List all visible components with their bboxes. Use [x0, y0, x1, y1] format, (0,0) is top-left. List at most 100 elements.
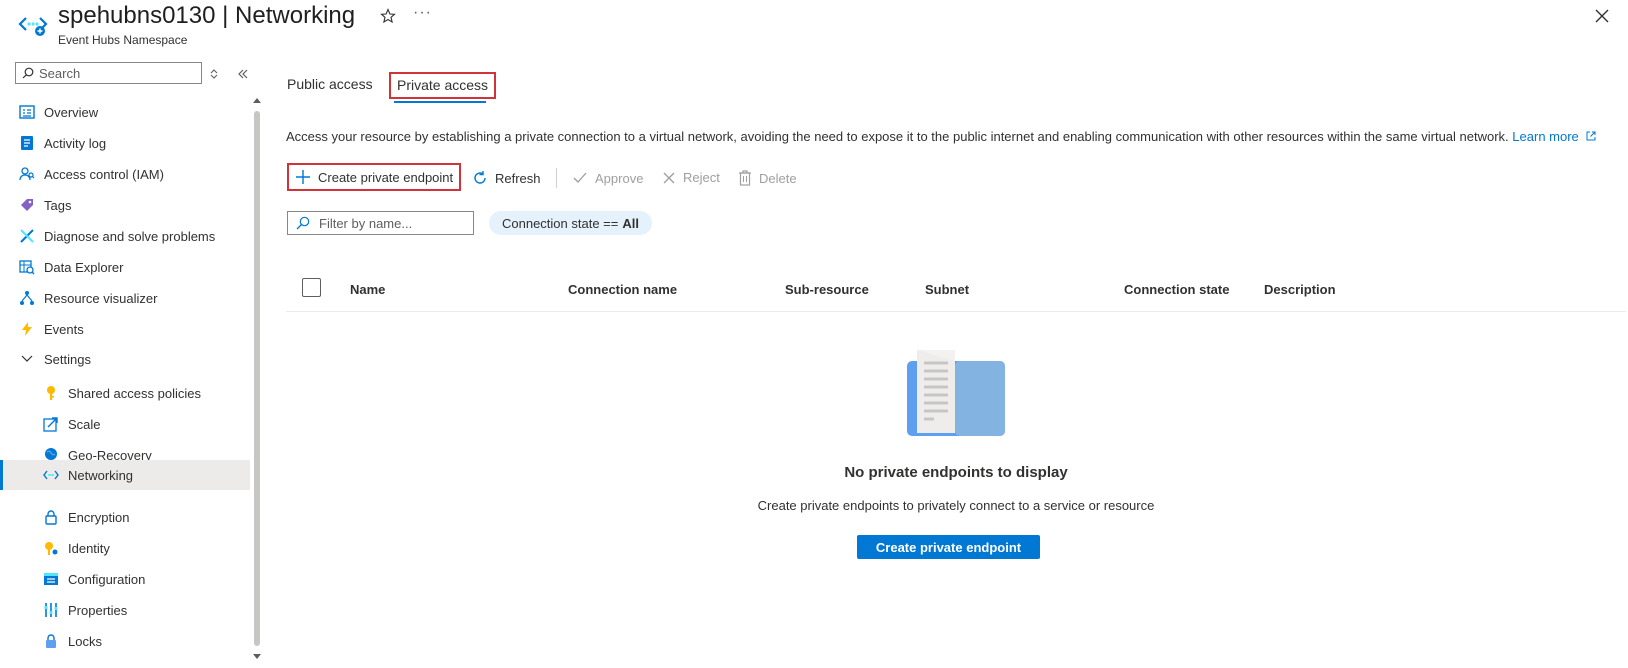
sidebar-item-overview[interactable]: Overview — [0, 97, 250, 127]
create-private-endpoint-primary-button[interactable]: Create private endpoint — [857, 535, 1040, 559]
connection-state-filter-pill[interactable]: Connection state == All — [489, 211, 652, 235]
sidebar-item-label: Data Explorer — [44, 259, 124, 275]
refresh-icon — [474, 171, 486, 184]
trash-icon — [739, 170, 751, 186]
page-title: spehubns0130 | Networking — [58, 2, 356, 29]
create-private-endpoint-button[interactable]: Create private endpoint — [287, 163, 462, 191]
sidebar-item-label: Properties — [68, 602, 128, 618]
sidebar-item-label: Events — [44, 321, 84, 337]
table-header: Name Connection name Sub-resource Subnet… — [286, 275, 1626, 312]
identity-icon — [43, 540, 59, 556]
lightning-icon — [19, 321, 35, 337]
sidebar-item-encryption[interactable]: Encryption — [0, 502, 250, 532]
empty-state-book-icon — [907, 350, 1005, 436]
approve-label: Approve — [595, 170, 644, 186]
sidebar-item-activity-log[interactable]: Activity log — [0, 128, 250, 158]
sidebar-item-label: Networking — [68, 467, 134, 483]
tab-public-access[interactable]: Public access — [287, 76, 373, 92]
learn-more-link[interactable]: Learn more — [1512, 129, 1596, 144]
sidebar-item-label: Access control (IAM) — [44, 166, 164, 182]
tab-private-access[interactable]: Private access — [389, 72, 497, 99]
sidebar-item-label: Identity — [68, 540, 110, 556]
scrollbar-thumb[interactable] — [254, 111, 260, 646]
sidebar-item-label: Shared access policies — [68, 385, 201, 401]
refresh-label: Refresh — [495, 170, 541, 186]
description-text: Access your resource by establishing a p… — [286, 129, 1509, 144]
sidebar-item-access-control[interactable]: Access control (IAM) — [0, 159, 250, 189]
active-tab-indicator — [394, 101, 486, 103]
filter-by-name-input[interactable]: Filter by name... — [287, 211, 474, 235]
sidebar-item-shared-access-policies[interactable]: Shared access policies — [0, 378, 250, 408]
empty-state-description: Create private endpoints to privately co… — [757, 498, 1155, 513]
pill-prefix: Connection state == — [502, 215, 619, 231]
sidebar-item-locks[interactable]: Locks — [0, 626, 250, 656]
reject-label: Reject — [683, 170, 720, 185]
resource-visualizer-icon — [19, 290, 35, 306]
chevron-down-icon — [19, 351, 35, 367]
sidebar-scrollbar[interactable] — [253, 97, 261, 660]
collapse-sidebar-icon[interactable] — [237, 67, 249, 79]
refresh-button[interactable]: Refresh — [472, 170, 541, 186]
sidebar-item-properties[interactable]: Properties — [0, 595, 250, 625]
sidebar-item-label: Activity log — [44, 135, 107, 151]
sidebar-item-data-explorer[interactable]: Data Explorer — [0, 252, 250, 282]
external-link-icon — [1586, 131, 1596, 141]
sidebar-item-configuration[interactable]: Configuration — [0, 564, 250, 594]
filter-placeholder: Filter by name... — [319, 215, 413, 231]
column-header-name[interactable]: Name — [350, 282, 385, 297]
scroll-down-icon[interactable] — [253, 652, 261, 660]
event-hubs-networking-icon — [18, 12, 48, 36]
private-access-description: Access your resource by establishing a p… — [286, 129, 1596, 144]
sidebar-item-events[interactable]: Events — [0, 314, 250, 344]
create-label: Create private endpoint — [318, 169, 454, 185]
plus-icon — [296, 170, 310, 184]
sidebar-item-resource-visualizer[interactable]: Resource visualizer — [0, 283, 250, 313]
sidebar-item-label: Resource visualizer — [44, 290, 158, 306]
sidebar-item-label: Diagnose and solve problems — [44, 228, 216, 244]
pill-value: All — [622, 215, 639, 231]
delete-button[interactable]: Delete — [738, 170, 797, 186]
search-icon — [22, 67, 34, 79]
reject-button[interactable]: Reject — [662, 170, 720, 185]
sidebar-item-diagnose[interactable]: Diagnose and solve problems — [0, 221, 250, 251]
column-header-sub-resource[interactable]: Sub-resource — [785, 282, 869, 297]
scale-icon — [43, 416, 59, 432]
approve-button[interactable]: Approve — [572, 170, 643, 186]
sidebar-item-networking[interactable]: Networking — [0, 460, 250, 490]
column-header-subnet[interactable]: Subnet — [925, 282, 969, 297]
sidebar-item-label: Locks — [68, 633, 102, 649]
properties-icon — [43, 602, 59, 618]
sidebar-item-identity[interactable]: Identity — [0, 533, 250, 563]
networking-icon — [43, 467, 59, 483]
sidebar-item-label: Overview — [44, 104, 99, 120]
sidebar-item-label: Scale — [68, 416, 101, 432]
close-icon[interactable] — [1593, 7, 1611, 25]
wrench-icon — [19, 228, 35, 244]
tag-icon — [19, 197, 35, 213]
key-icon — [43, 385, 59, 401]
sidebar-item-scale[interactable]: Scale — [0, 409, 250, 439]
toolbar-divider — [556, 168, 557, 188]
column-header-connection-name[interactable]: Connection name — [568, 282, 677, 297]
column-header-connection-state[interactable]: Connection state — [1124, 282, 1229, 297]
locks-icon — [43, 633, 59, 649]
delete-label: Delete — [759, 170, 797, 186]
sidebar-item-label: Settings — [44, 351, 91, 367]
overview-icon — [19, 104, 35, 120]
sidebar-item-settings[interactable]: Settings — [0, 344, 250, 374]
sidebar-item-label: Tags — [44, 197, 72, 213]
select-all-checkbox[interactable] — [302, 278, 321, 297]
configuration-icon — [43, 571, 59, 587]
expand-collapse-icon[interactable] — [208, 67, 220, 79]
sidebar-search-input[interactable]: Search — [15, 62, 202, 84]
x-icon — [663, 172, 675, 183]
favorite-star-icon[interactable] — [380, 8, 396, 24]
search-icon — [296, 216, 310, 230]
sidebar-item-tags[interactable]: Tags — [0, 190, 250, 220]
column-header-description[interactable]: Description — [1264, 282, 1336, 297]
scroll-up-icon[interactable] — [253, 97, 261, 105]
sidebar-item-label: Configuration — [68, 571, 146, 587]
empty-state-title: No private endpoints to display — [844, 464, 1068, 481]
page-subtitle: Event Hubs Namespace — [58, 33, 188, 47]
more-options-icon[interactable]: ··· — [413, 4, 432, 22]
